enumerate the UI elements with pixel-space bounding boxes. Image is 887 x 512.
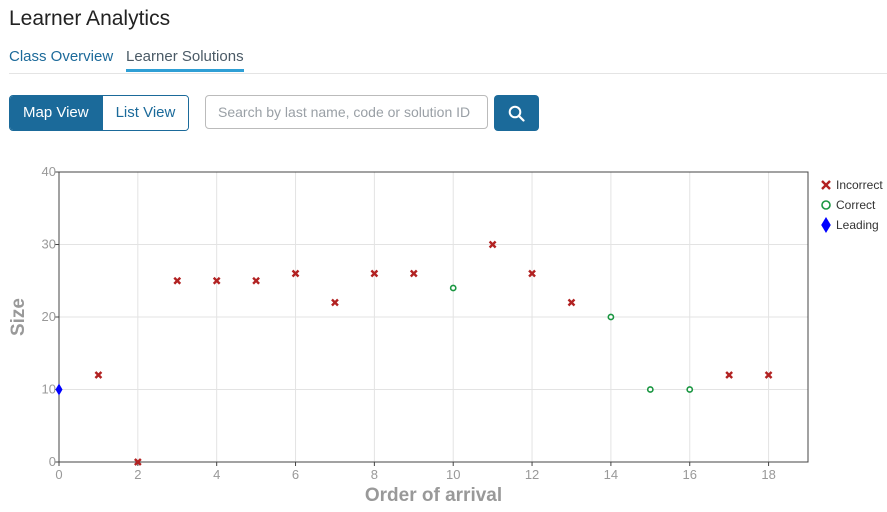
- plot-frame: [58, 171, 809, 463]
- incorrect-point: [94, 371, 103, 379]
- incorrect-point: [528, 269, 536, 278]
- y-tick-label: 10: [42, 382, 56, 397]
- correct-legend-icon: [821, 200, 831, 210]
- legend-item-leading[interactable]: Leading: [821, 217, 879, 233]
- legend-item-incorrect[interactable]: Incorrect: [821, 178, 883, 192]
- incorrect-point: [291, 269, 300, 278]
- map-view-button[interactable]: Map View: [10, 96, 102, 130]
- y-tick-label: 20: [42, 309, 56, 324]
- incorrect-point: [173, 276, 182, 285]
- incorrect-point: [409, 269, 418, 278]
- y-tick-label: 40: [42, 164, 56, 179]
- search-button[interactable]: [494, 95, 539, 131]
- x-tick-label: 2: [134, 467, 141, 482]
- list-view-button[interactable]: List View: [101, 96, 189, 130]
- search-icon: [508, 105, 525, 122]
- y-axis-label: Size: [8, 298, 29, 336]
- incorrect-point: [764, 371, 773, 379]
- tab-class-overview[interactable]: Class Overview: [9, 48, 113, 65]
- x-tick-label: 8: [371, 467, 378, 482]
- search-input[interactable]: [205, 95, 488, 129]
- legend-item-correct[interactable]: Correct: [821, 198, 876, 212]
- x-tick-label: 10: [446, 467, 460, 482]
- x-tick-label: 12: [525, 467, 539, 482]
- x-tick-label: 4: [213, 467, 220, 482]
- incorrect-point: [567, 298, 576, 307]
- scatter-chart: 0 2 4 6 8 10 12 14 16 18 0 10 20 30 40 Order of arriva…: [8, 164, 883, 506]
- x-tick-label: 18: [761, 467, 775, 482]
- incorrect-point: [331, 298, 339, 307]
- leading-point: [55, 383, 63, 396]
- correct-point: [607, 313, 615, 321]
- x-axis-label: Order of arrival: [365, 485, 502, 506]
- correct-point: [646, 386, 654, 393]
- y-tick-label: 0: [49, 454, 56, 469]
- tab-learner-solutions[interactable]: Learner Solutions: [126, 48, 244, 72]
- incorrect-point: [370, 269, 379, 278]
- tabs-divider: [9, 73, 887, 74]
- incorrect-point: [725, 371, 734, 379]
- leading-legend-icon: [821, 217, 831, 233]
- x-tick-label: 6: [292, 467, 299, 482]
- view-toggle: Map View List View: [9, 95, 190, 131]
- incorrect-point: [488, 240, 497, 249]
- x-tick-label: 14: [604, 467, 618, 482]
- legend-label: Correct: [836, 198, 876, 212]
- incorrect-point: [252, 276, 260, 285]
- correct-point: [686, 386, 694, 393]
- correct-point: [449, 284, 457, 292]
- y-tick-label: 30: [42, 237, 56, 252]
- legend-label: Leading: [836, 218, 879, 232]
- x-tick-label: 0: [55, 467, 62, 482]
- page-title: Learner Analytics: [9, 7, 171, 30]
- incorrect-point: [212, 276, 221, 285]
- legend-label: Incorrect: [836, 178, 883, 192]
- x-tick-label: 16: [683, 467, 697, 482]
- incorrect-point: [133, 458, 142, 466]
- incorrect-legend-icon: [821, 180, 831, 190]
